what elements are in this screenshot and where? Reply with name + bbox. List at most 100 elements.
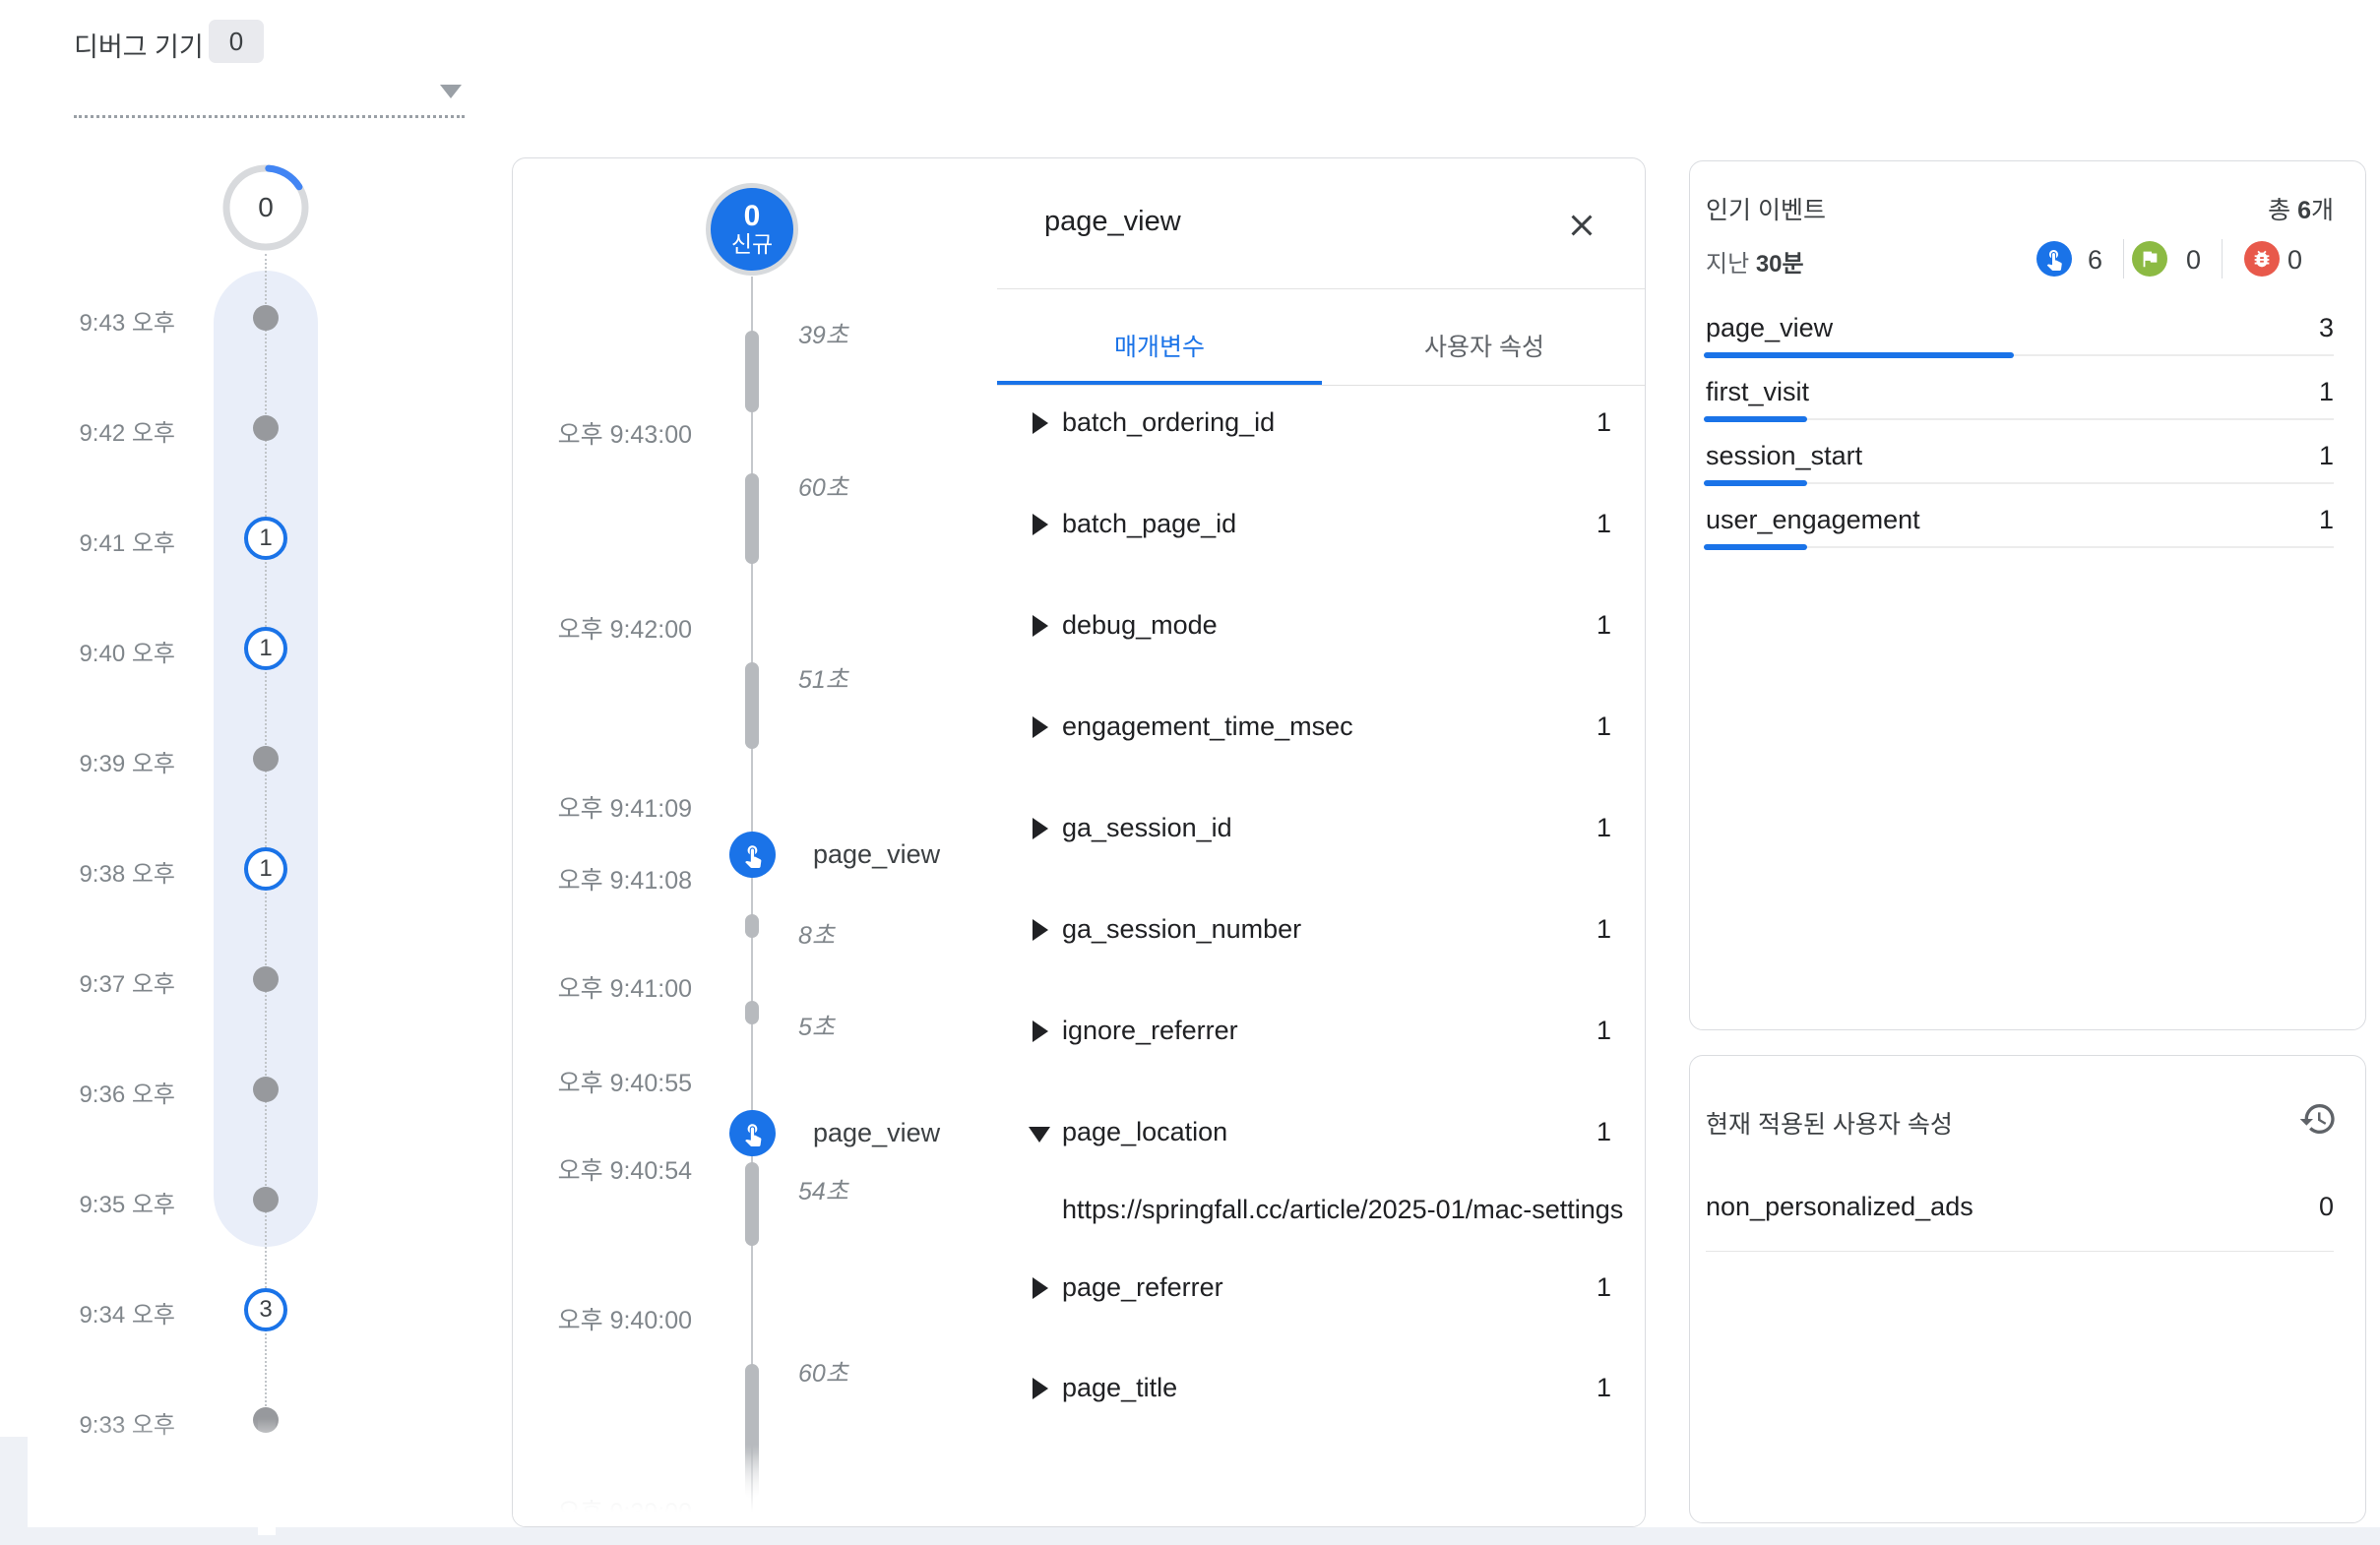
event-row-name[interactable]: first_visit — [1706, 377, 1809, 407]
activity-segment — [745, 1001, 759, 1024]
param-name[interactable]: ga_session_number — [1062, 914, 1301, 945]
user-properties-title: 현재 적용된 사용자 속성 — [1706, 1105, 1953, 1141]
minute-time-label: 9:39 오후 — [47, 744, 175, 778]
key-event-count: 0 — [2186, 245, 2201, 276]
minute-time-label: 9:34 오후 — [47, 1295, 175, 1329]
event-row-name[interactable]: page_view — [1706, 313, 1833, 343]
expand-arrow-icon[interactable] — [1033, 1277, 1048, 1299]
minute-time-label: 9:38 오후 — [47, 854, 175, 889]
total-prefix: 총 — [2268, 197, 2297, 224]
active-tab-underline — [997, 381, 1322, 385]
expand-arrow-icon[interactable] — [1033, 514, 1048, 535]
minute-dot[interactable] — [253, 746, 279, 772]
param-name[interactable]: engagement_time_msec — [1062, 711, 1353, 742]
total-suffix: 개 — [2311, 197, 2334, 224]
event-row-bar — [1704, 544, 1807, 550]
minute-event-count[interactable]: 1 — [244, 627, 287, 670]
total-number: 6 — [2297, 197, 2311, 224]
stream-start-label: 신규 — [731, 231, 773, 258]
minute-time-label: 9:36 오후 — [47, 1075, 175, 1109]
minute-time-label: 9:40 오후 — [47, 634, 175, 668]
expand-arrow-icon[interactable] — [1033, 919, 1048, 941]
event-row-name[interactable]: session_start — [1706, 441, 1862, 471]
stat-divider — [2222, 239, 2223, 278]
stream-timestamp: 오후 9:41:00 — [512, 969, 692, 1005]
duration-label: 8초 — [798, 916, 835, 952]
stream-start-badge[interactable]: 0 신규 — [706, 183, 798, 276]
user-property-value: 0 — [2137, 1192, 2334, 1222]
param-name[interactable]: batch_page_id — [1062, 509, 1236, 539]
touch-icon[interactable] — [729, 832, 776, 878]
param-value: 1 — [1399, 407, 1611, 438]
top-events-card: 인기 이벤트 총 6개 지난 30분 6 0 0 page_view 3 first… — [1689, 160, 2366, 1030]
event-row-count: 1 — [2137, 505, 2334, 535]
minute-dot[interactable] — [253, 415, 279, 441]
expand-arrow-icon[interactable] — [1033, 716, 1048, 738]
close-icon[interactable] — [1564, 208, 1599, 243]
stream-bottom-fade — [513, 1452, 1645, 1526]
event-row-count: 3 — [2137, 313, 2334, 343]
stream-event-name[interactable]: page_view — [813, 839, 940, 870]
stream-timestamp: 오후 9:40:54 — [512, 1151, 692, 1187]
user-properties-card: 현재 적용된 사용자 속성 non_personalized_ads 0 — [1689, 1055, 2366, 1523]
minute-event-count[interactable]: 1 — [244, 517, 287, 560]
event-stream-line — [751, 277, 753, 1524]
stream-timestamp: 오후 9:40:55 — [512, 1064, 692, 1099]
param-name[interactable]: debug_mode — [1062, 610, 1218, 641]
minute-dot[interactable] — [253, 1077, 279, 1102]
chevron-down-icon[interactable] — [440, 85, 462, 98]
touch-icon[interactable] — [729, 1110, 776, 1156]
stream-start-count: 0 — [744, 202, 761, 231]
minutes-top-count: 0 — [221, 163, 310, 252]
param-value: 1 — [1399, 914, 1611, 945]
param-name[interactable]: batch_ordering_id — [1062, 407, 1275, 438]
param-value: 1 — [1399, 509, 1611, 539]
time-window-label: 지난 30분 — [1706, 244, 1804, 278]
minute-dot[interactable] — [253, 966, 279, 992]
minute-time-label: 9:37 오후 — [47, 964, 175, 999]
event-row-bar — [1704, 352, 2014, 358]
debug-device-label: 디버그 기기 — [74, 26, 204, 64]
param-name[interactable]: ga_session_id — [1062, 813, 1232, 843]
user-property-name: non_personalized_ads — [1706, 1192, 1973, 1222]
minute-time-label: 9:35 오후 — [47, 1185, 175, 1219]
history-icon[interactable] — [2298, 1099, 2338, 1139]
stream-timestamp: 오후 9:42:00 — [512, 610, 692, 646]
event-stream-card: 오후 9:43:00오후 9:42:00오후 9:41:09오후 9:41:08… — [512, 157, 1646, 1527]
param-value: 1 — [1399, 1272, 1611, 1303]
expand-arrow-icon[interactable] — [1033, 818, 1048, 839]
param-value: 1 — [1399, 1373, 1611, 1403]
param-name[interactable]: page_location — [1062, 1117, 1227, 1147]
tab-user-properties[interactable]: 사용자 속성 — [1322, 328, 1646, 363]
event-row-count: 1 — [2137, 441, 2334, 471]
expand-arrow-icon[interactable] — [1033, 1378, 1048, 1399]
expand-arrow-icon[interactable] — [1033, 615, 1048, 637]
minute-dot[interactable] — [253, 1187, 279, 1212]
tabs-track — [997, 385, 1646, 386]
activity-segment — [745, 473, 759, 564]
param-name[interactable]: page_title — [1062, 1373, 1177, 1403]
minute-event-count[interactable]: 1 — [244, 847, 287, 891]
event-row-count: 1 — [2137, 377, 2334, 407]
activity-segment — [745, 331, 759, 412]
activity-segment — [745, 662, 759, 749]
event-row-name[interactable]: user_engagement — [1706, 505, 1920, 535]
param-name[interactable]: page_referrer — [1062, 1272, 1223, 1303]
expand-arrow-icon[interactable] — [1033, 1020, 1048, 1042]
param-name[interactable]: ignore_referrer — [1062, 1016, 1238, 1046]
duration-label: 5초 — [798, 1008, 835, 1043]
tab-parameters[interactable]: 매개변수 — [997, 328, 1322, 363]
device-selector[interactable] — [74, 79, 465, 118]
stream-event-name[interactable]: page_view — [813, 1118, 940, 1148]
top-events-total: 총 6개 — [2137, 191, 2334, 226]
collapse-arrow-icon[interactable] — [1029, 1127, 1050, 1143]
param-value: 1 — [1399, 610, 1611, 641]
timeline-bottom-fade — [89, 1419, 463, 1527]
expand-arrow-icon[interactable] — [1033, 412, 1048, 434]
top-events-title: 인기 이벤트 — [1706, 191, 1826, 226]
param-value: 1 — [1399, 1117, 1611, 1147]
minute-event-count[interactable]: 3 — [244, 1288, 287, 1331]
minute-dot[interactable] — [253, 305, 279, 331]
stream-timestamp: 오후 9:40:00 — [512, 1301, 692, 1336]
error-event-count: 0 — [2287, 245, 2302, 276]
